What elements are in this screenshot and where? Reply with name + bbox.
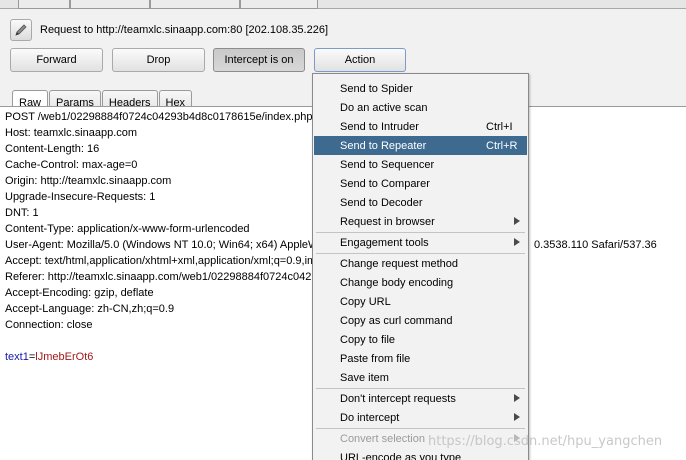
menu-item-request-in-browser[interactable]: Request in browser bbox=[314, 212, 527, 231]
shortcut-label: Ctrl+I bbox=[486, 120, 513, 133]
header-line: Content-Length: 16 bbox=[5, 143, 100, 155]
header-line: Connection: close bbox=[5, 319, 93, 331]
header-line: Upgrade-Insecure-Requests: 1 bbox=[5, 191, 156, 203]
header-line: Referer: http://teamxlc.sinaapp.com/web1… bbox=[5, 271, 312, 283]
menu-item-save-item[interactable]: Save item bbox=[314, 368, 527, 387]
edit-pencil-icon[interactable] bbox=[10, 19, 32, 41]
menu-item-copy-to-file[interactable]: Copy to file bbox=[314, 330, 527, 349]
menu-item-send-to-sequencer[interactable]: Send to Sequencer bbox=[314, 155, 527, 174]
header-line: Cache-Control: max-age=0 bbox=[5, 159, 138, 171]
header-line: Accept-Language: zh-CN,zh;q=0.9 bbox=[5, 303, 175, 315]
header-line: Content-Type: application/x-www-form-url… bbox=[5, 223, 250, 235]
body-param-value: lJmebErOt6 bbox=[35, 351, 94, 363]
watermark-text: https://blog.csdn.net/hpu_yangchen bbox=[428, 434, 663, 449]
body-param-name: text1 bbox=[5, 351, 29, 363]
menu-item-send-to-intruder[interactable]: Send to Intruder Ctrl+I bbox=[314, 117, 527, 136]
top-tab-stub[interactable] bbox=[70, 0, 150, 9]
menu-item-url-encode-as-you-type[interactable]: URL-encode as you type bbox=[314, 448, 527, 460]
header-line: Host: teamxlc.sinaapp.com bbox=[5, 127, 138, 139]
top-tab-stub[interactable] bbox=[240, 0, 318, 9]
body-param-line: text1=lJmebErOt6 bbox=[5, 349, 93, 365]
submenu-arrow-icon bbox=[514, 394, 520, 402]
header-line: Origin: http://teamxlc.sinaapp.com bbox=[5, 175, 172, 187]
menu-item-active-scan[interactable]: Do an active scan bbox=[314, 98, 527, 117]
top-tab-stub[interactable] bbox=[150, 0, 240, 9]
forward-button[interactable]: Forward bbox=[10, 48, 103, 72]
submenu-arrow-icon bbox=[514, 238, 520, 246]
action-button[interactable]: Action bbox=[314, 48, 406, 72]
menu-item-copy-as-curl[interactable]: Copy as curl command bbox=[314, 311, 527, 330]
submenu-arrow-icon bbox=[514, 217, 520, 225]
request-target-label: Request to http://teamxlc.sinaapp.com:80… bbox=[40, 24, 329, 36]
drop-button[interactable]: Drop bbox=[112, 48, 205, 72]
menu-item-change-body-encoding[interactable]: Change body encoding bbox=[314, 273, 527, 292]
header-line: Accept-Encoding: gzip, deflate bbox=[5, 287, 154, 299]
menu-item-paste-from-file[interactable]: Paste from file bbox=[314, 349, 527, 368]
header-line: DNT: 1 bbox=[5, 207, 39, 219]
request-line: POST /web1/02298884f0724c04293b4d8c01786… bbox=[5, 111, 313, 123]
menu-item-do-intercept[interactable]: Do intercept bbox=[314, 408, 527, 427]
menu-item-dont-intercept[interactable]: Don't intercept requests bbox=[314, 389, 527, 408]
top-tab-stub[interactable] bbox=[18, 0, 70, 9]
menu-item-change-request-method[interactable]: Change request method bbox=[314, 254, 527, 273]
top-tab-strip bbox=[0, 0, 686, 9]
submenu-arrow-icon bbox=[514, 413, 520, 421]
request-target-line: Request to http://teamxlc.sinaapp.com:80… bbox=[10, 19, 328, 41]
action-context-menu: Send to Spider Do an active scan Send to… bbox=[312, 73, 529, 460]
header-line: Accept: text/html,application/xhtml+xml,… bbox=[5, 255, 323, 267]
menu-item-send-to-comparer[interactable]: Send to Comparer bbox=[314, 174, 527, 193]
user-agent-tail: 0.3538.110 Safari/537.36 bbox=[534, 239, 657, 251]
intercept-toggle-button[interactable]: Intercept is on bbox=[213, 48, 305, 72]
menu-item-copy-url[interactable]: Copy URL bbox=[314, 292, 527, 311]
header-line: User-Agent: Mozilla/5.0 (Windows NT 10.0… bbox=[5, 239, 319, 251]
menu-item-send-to-spider[interactable]: Send to Spider bbox=[314, 79, 527, 98]
menu-item-send-to-decoder[interactable]: Send to Decoder bbox=[314, 193, 527, 212]
menu-item-engagement-tools[interactable]: Engagement tools bbox=[314, 233, 527, 252]
menu-item-send-to-repeater[interactable]: Send to Repeater Ctrl+R bbox=[314, 136, 527, 155]
shortcut-label: Ctrl+R bbox=[486, 139, 518, 152]
